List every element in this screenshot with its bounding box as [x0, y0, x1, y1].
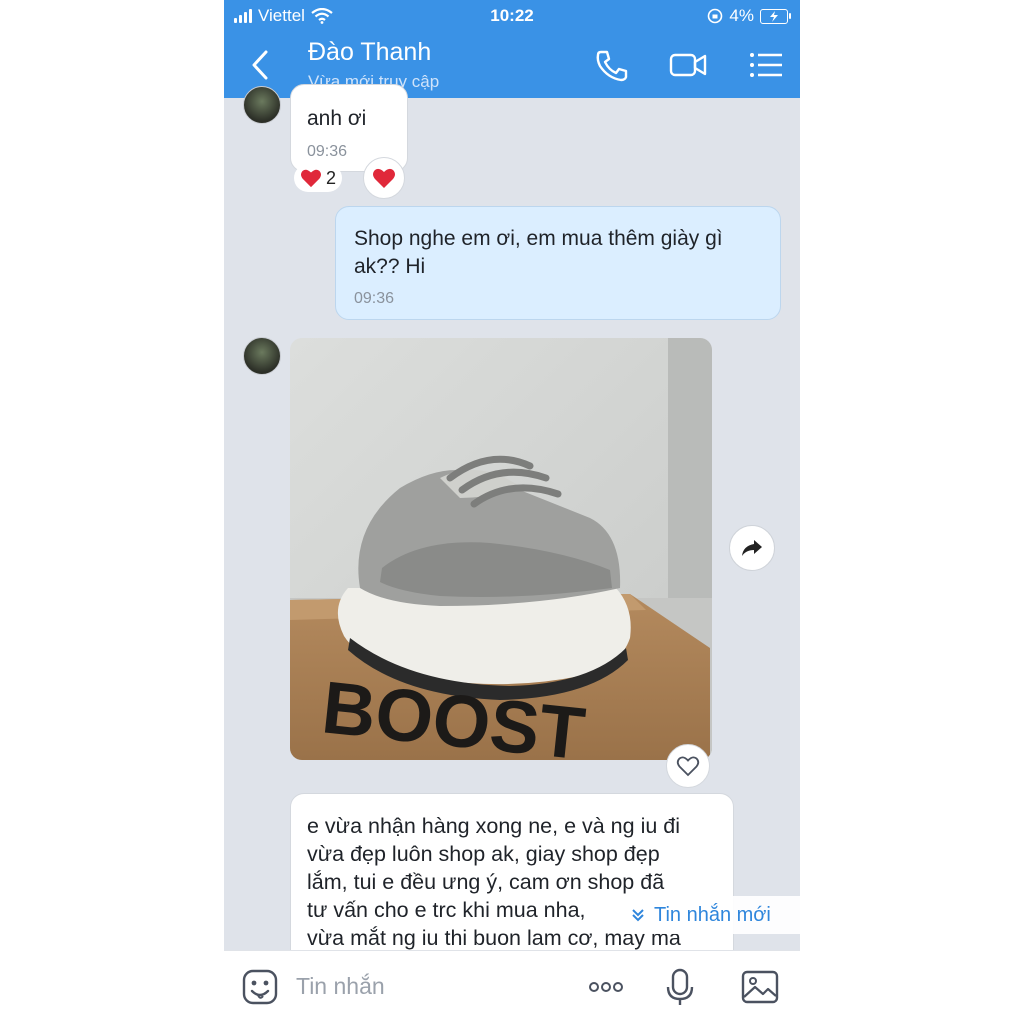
composer-bar: Tin nhắn: [224, 950, 800, 1024]
sticker-icon[interactable]: [240, 967, 280, 1007]
reaction-count: 2: [326, 167, 337, 188]
mic-icon[interactable]: [660, 967, 700, 1007]
heart-icon: [373, 168, 395, 188]
message-line: tư vấn cho e trc khi mua nha,: [307, 898, 586, 922]
heart-icon: [301, 169, 321, 188]
menu-icon[interactable]: [746, 46, 786, 84]
message-line: lắm, tui e đều ưng ý, cam ơn shop đã: [307, 870, 665, 894]
image-message[interactable]: BOOST: [290, 338, 712, 760]
battery-percent: 4%: [729, 6, 754, 25]
heart-outline-icon: [676, 756, 700, 777]
reaction-summary[interactable]: 2: [294, 164, 343, 192]
new-message-label: Tin nhắn mới: [654, 903, 771, 926]
shoe-photo: BOOST: [290, 338, 712, 760]
message-line: vừa đẹp luôn shop ak, giay shop đẹp: [307, 842, 660, 866]
more-icon[interactable]: [586, 967, 626, 1007]
message-time: 09:36: [354, 290, 395, 307]
video-icon[interactable]: [668, 46, 708, 84]
message-input[interactable]: Tin nhắn: [296, 973, 385, 1000]
message-bubble-outgoing[interactable]: Shop nghe em ơi, em mua thêm giày gì ak?…: [335, 206, 781, 320]
phone-icon[interactable]: [592, 46, 632, 84]
status-bar: Viettel 10:22 4%: [224, 0, 800, 32]
message-time: 09:36: [307, 143, 348, 160]
back-icon[interactable]: [246, 48, 276, 82]
share-icon: [742, 540, 762, 556]
status-right: 4%: [707, 6, 791, 26]
message-text: anh ơi: [307, 107, 367, 130]
contact-name[interactable]: Đào Thanh: [308, 38, 431, 67]
share-button[interactable]: [729, 525, 775, 571]
like-button[interactable]: [666, 744, 710, 788]
contact-avatar[interactable]: [243, 337, 281, 375]
message-line: e vừa nhận hàng xong ne, e và ng iu đi: [307, 814, 681, 838]
battery-icon: [760, 8, 791, 24]
contact-avatar[interactable]: [243, 86, 281, 124]
phone-screen: Viettel 10:22 4% Đào Thanh Vừa mới truy …: [224, 0, 800, 1024]
message-text-line-1: Shop nghe em ơi, em mua thêm giày gì: [354, 227, 723, 250]
message-text-line-2: ak?? Hi: [354, 255, 426, 278]
react-heart-button[interactable]: [363, 157, 405, 199]
new-message-indicator[interactable]: Tin nhắn mới: [620, 896, 800, 934]
orientation-lock-icon: [708, 8, 723, 24]
chevrons-down-icon: [632, 909, 644, 922]
image-icon[interactable]: [740, 967, 780, 1007]
